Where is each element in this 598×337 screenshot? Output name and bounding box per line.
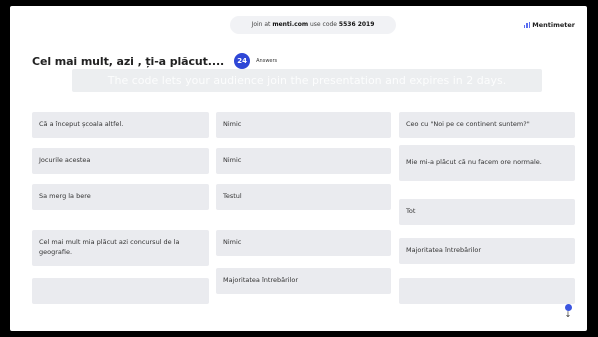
- answer-card: Că a început școala altfel.: [32, 112, 209, 138]
- answer-card: Cel mai mult mia plăcut azi concursul de…: [32, 230, 209, 266]
- join-site: menti.com: [272, 21, 309, 28]
- answer-card: Jocurile acestea: [32, 148, 209, 174]
- bar-chart-icon: [523, 22, 531, 28]
- answer-card: [32, 278, 209, 304]
- answer-card: Nimic: [216, 112, 391, 138]
- answer-card: Sa merg la bere: [32, 184, 209, 210]
- answer-card: Majoritatea întrebărilor: [216, 268, 391, 294]
- answer-count-badge: 24: [234, 53, 251, 69]
- answer-card: Ceo cu "Noi pe ce continent suntem?": [399, 112, 575, 138]
- answer-card: Majoritatea întrebărilor: [399, 238, 575, 264]
- presentation-slide: Join at menti.com use code 5536 2019 Men…: [10, 6, 587, 331]
- answer-card: Nimic: [216, 148, 391, 174]
- join-instructions: Join at menti.com use code 5536 2019: [230, 16, 396, 34]
- question-header: Cel mai mult, azi , ți-a plăcut.... 24 A…: [32, 53, 277, 69]
- answer-card: Tot: [399, 199, 575, 225]
- question-title: Cel mai mult, azi , ți-a plăcut....: [32, 54, 225, 68]
- answer-card: [399, 278, 575, 304]
- scroll-down-icon[interactable]: ↓: [563, 302, 573, 320]
- join-code-tooltip: The code lets your audience join the pre…: [72, 69, 542, 92]
- answer-card: Testul: [216, 184, 391, 210]
- mentimeter-logo: Mentimeter: [523, 21, 575, 29]
- answer-card: Mie mi-a plăcut că nu facem ore normale.: [399, 145, 575, 181]
- join-code: 5536 2019: [338, 21, 375, 28]
- answer-count-label: Answers: [256, 58, 278, 64]
- answer-card: Nimic: [216, 230, 391, 256]
